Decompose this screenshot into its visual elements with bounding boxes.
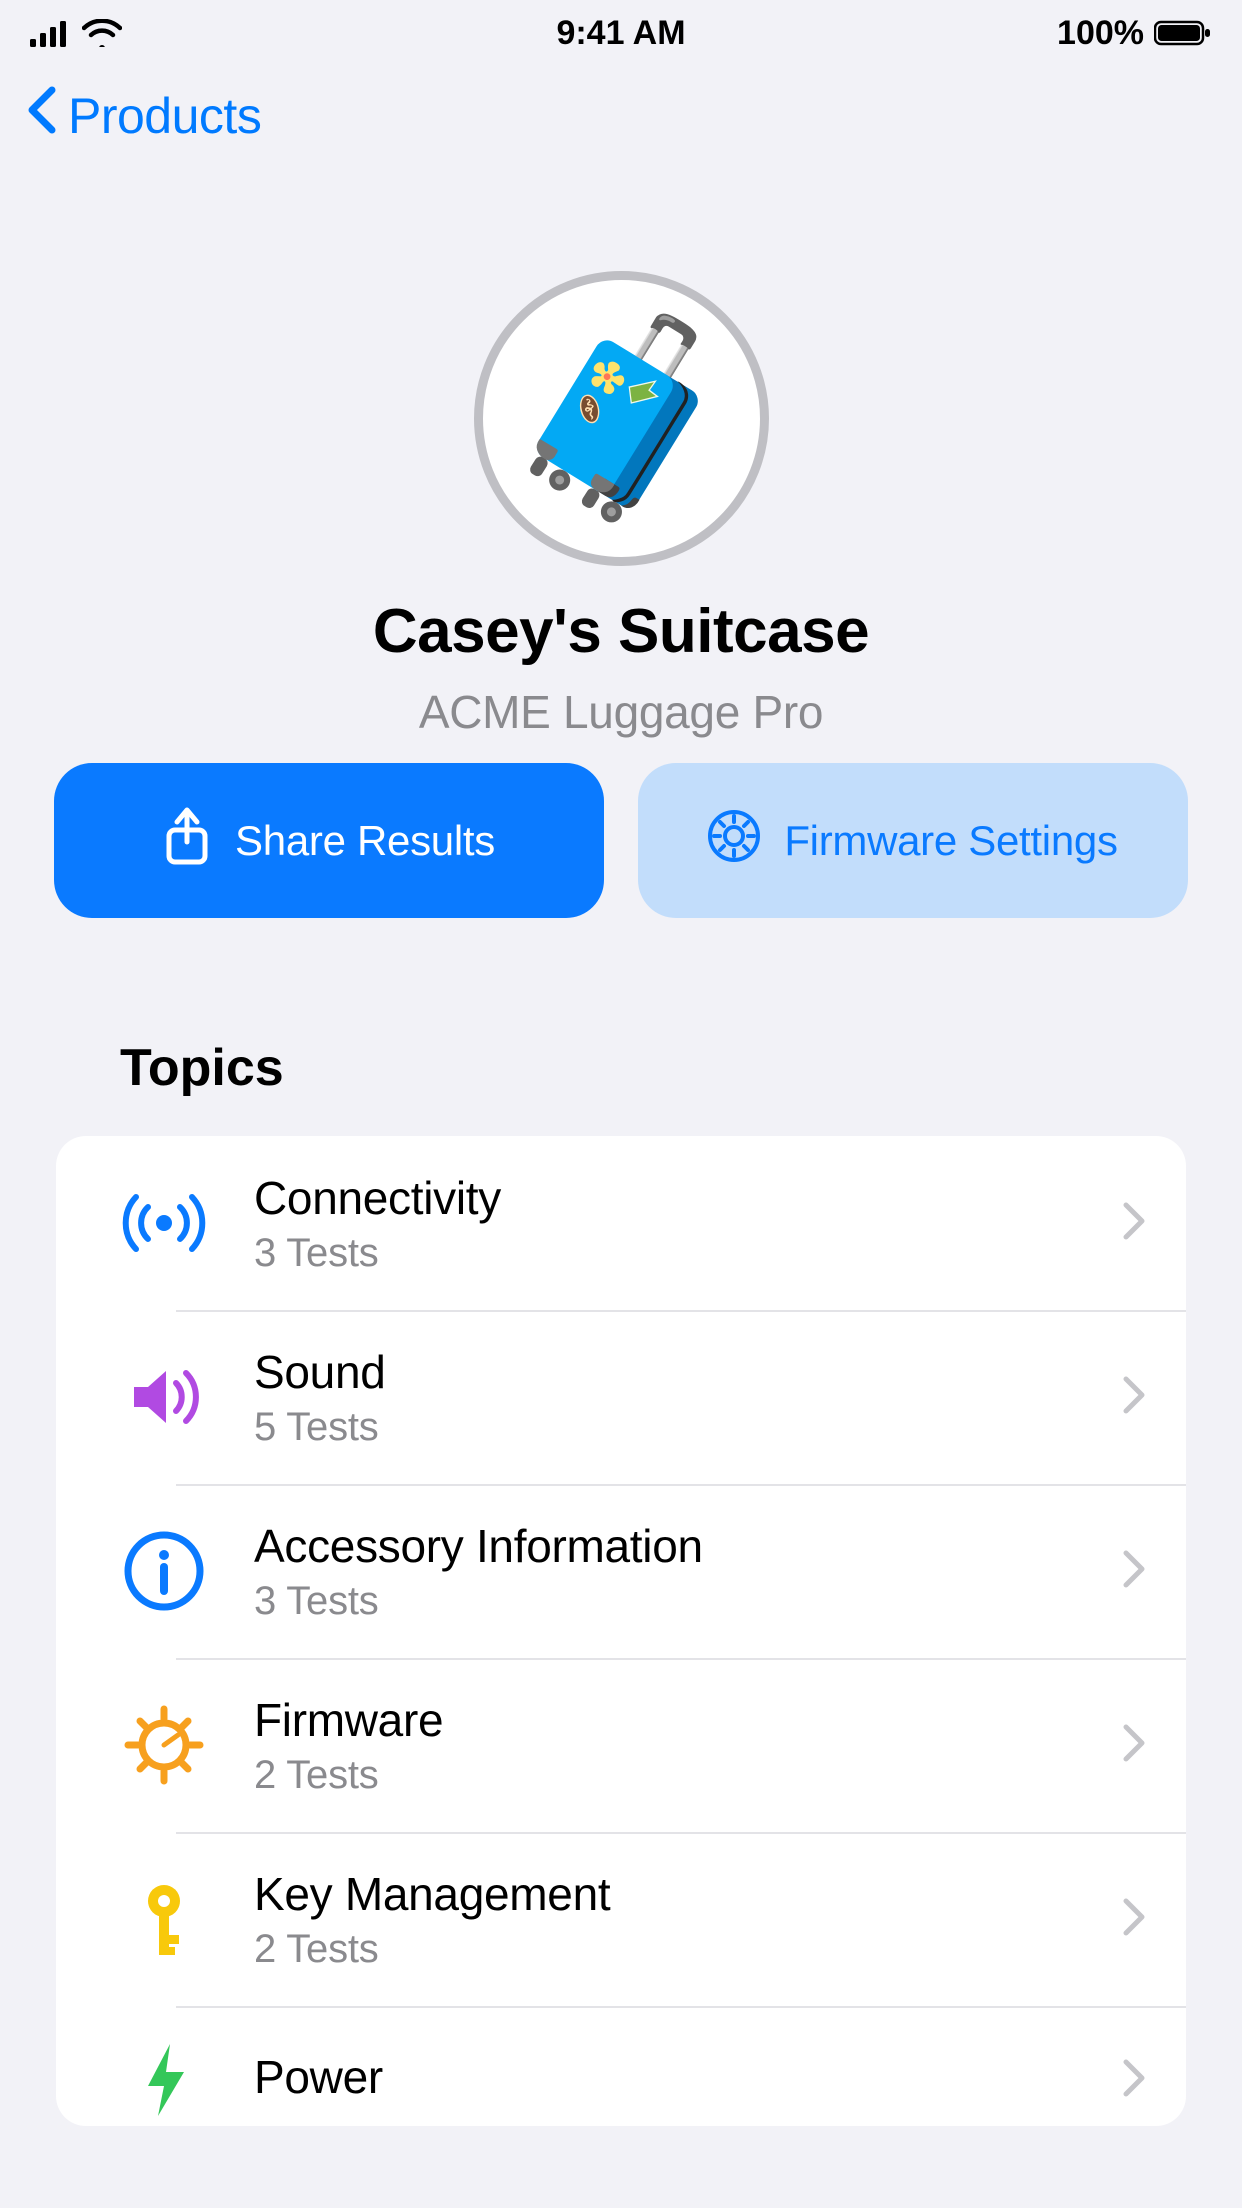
topic-title: Key Management	[254, 1867, 1078, 1921]
wifi-icon	[82, 19, 122, 47]
topic-row-firmware[interactable]: Firmware 2 Tests	[56, 1658, 1186, 1832]
topic-row-power[interactable]: Power	[56, 2006, 1186, 2126]
status-left	[30, 19, 122, 47]
topic-title: Connectivity	[254, 1171, 1078, 1225]
topic-subtitle: 3 Tests	[254, 1579, 1078, 1624]
topic-row-accessory-info[interactable]: Accessory Information 3 Tests	[56, 1484, 1186, 1658]
topic-text: Connectivity 3 Tests	[254, 1171, 1078, 1276]
info-icon	[118, 1525, 210, 1617]
device-hero: 🧳 Casey's Suitcase ACME Luggage Pro	[0, 166, 1242, 739]
share-results-label: Share Results	[235, 817, 495, 865]
topic-subtitle: 5 Tests	[254, 1405, 1078, 1450]
radio-icon	[118, 1177, 210, 1269]
back-label: Products	[68, 87, 261, 145]
nav-bar: Products	[0, 66, 1242, 166]
gear-badge-icon	[708, 810, 760, 872]
chevron-left-icon	[26, 86, 58, 146]
topic-subtitle: 3 Tests	[254, 1231, 1078, 1276]
back-button[interactable]: Products	[26, 86, 261, 146]
topic-row-key-management[interactable]: Key Management 2 Tests	[56, 1832, 1186, 2006]
topic-title: Sound	[254, 1345, 1078, 1399]
topic-subtitle: 2 Tests	[254, 1927, 1078, 1972]
topic-text: Sound 5 Tests	[254, 1345, 1078, 1450]
topic-title: Firmware	[254, 1693, 1078, 1747]
gear-icon	[118, 1699, 210, 1791]
device-subtitle: ACME Luggage Pro	[419, 685, 823, 739]
share-icon	[163, 806, 211, 876]
speaker-icon	[118, 1351, 210, 1443]
chevron-right-icon	[1122, 1201, 1146, 1246]
battery-percent: 100%	[1057, 14, 1144, 53]
key-icon	[118, 1873, 210, 1965]
chevron-right-icon	[1122, 1375, 1146, 1420]
status-bar: 9:41 AM 100%	[0, 0, 1242, 66]
topic-subtitle: 2 Tests	[254, 1753, 1078, 1798]
bolt-icon	[118, 2034, 210, 2126]
topics-list: Connectivity 3 Tests Sound 5 Tests	[56, 1136, 1186, 2126]
firmware-settings-label: Firmware Settings	[784, 817, 1117, 865]
cellular-signal-icon	[30, 19, 72, 47]
device-avatar: 🧳	[474, 271, 769, 566]
firmware-settings-button[interactable]: Firmware Settings	[638, 763, 1188, 918]
clock: 9:41 AM	[556, 14, 685, 53]
chevron-right-icon	[1122, 1897, 1146, 1942]
topic-title: Power	[254, 2050, 1078, 2104]
chevron-right-icon	[1122, 2058, 1146, 2103]
topic-title: Accessory Information	[254, 1519, 1078, 1573]
battery-icon	[1154, 19, 1212, 47]
chevron-right-icon	[1122, 1549, 1146, 1594]
topic-text: Accessory Information 3 Tests	[254, 1519, 1078, 1624]
suitcase-icon: 🧳	[503, 308, 740, 530]
topic-text: Key Management 2 Tests	[254, 1867, 1078, 1972]
action-row: Share Results Firmware Settings	[0, 739, 1242, 918]
topic-text: Power	[254, 2050, 1078, 2110]
topic-row-connectivity[interactable]: Connectivity 3 Tests	[56, 1136, 1186, 1310]
device-title: Casey's Suitcase	[373, 596, 869, 667]
topic-text: Firmware 2 Tests	[254, 1693, 1078, 1798]
status-time: 9:41 AM	[556, 14, 685, 52]
share-results-button[interactable]: Share Results	[54, 763, 604, 918]
chevron-right-icon	[1122, 1723, 1146, 1768]
topics-header: Topics	[0, 918, 1242, 1118]
status-right: 100%	[1057, 14, 1212, 53]
topic-row-sound[interactable]: Sound 5 Tests	[56, 1310, 1186, 1484]
